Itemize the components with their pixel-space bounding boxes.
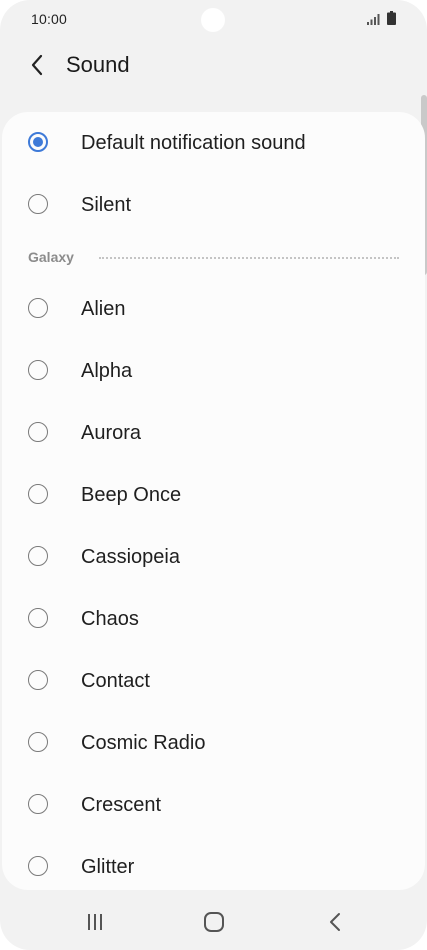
status-time: 10:00 (31, 11, 68, 27)
list-item-label: Cassiopeia (81, 546, 180, 568)
radio-selected[interactable] (28, 132, 48, 152)
status-bar: 10:00 (0, 0, 427, 40)
list-item-silent[interactable]: Silent (2, 177, 425, 235)
sound-list: Default notification sound Silent Galaxy… (2, 112, 425, 890)
list-item-label: Alpha (81, 360, 133, 382)
radio-unselected[interactable] (28, 670, 48, 690)
battery-icon (387, 11, 396, 25)
list-item-chaos[interactable]: Chaos (2, 591, 425, 649)
list-item-label: Beep Once (81, 484, 182, 506)
list-item-cassiopeia[interactable]: Cassiopeia (2, 529, 425, 587)
list-item-label: Contact (81, 670, 150, 692)
app-header: Sound (0, 40, 427, 90)
list-item-glitter[interactable]: Glitter (2, 839, 425, 890)
section-header-galaxy: Galaxy (2, 245, 425, 269)
radio-unselected[interactable] (28, 484, 48, 504)
list-item-alien[interactable]: Alien (2, 281, 425, 339)
radio-unselected[interactable] (28, 360, 48, 380)
recents-button[interactable] (80, 909, 110, 935)
list-item-label: Alien (81, 298, 126, 320)
back-button[interactable] (22, 50, 52, 80)
chevron-left-icon (31, 54, 43, 76)
list-item-contact[interactable]: Contact (2, 653, 425, 711)
section-divider (99, 257, 399, 259)
radio-unselected[interactable] (28, 856, 48, 876)
home-button[interactable] (199, 909, 229, 935)
home-icon (204, 912, 224, 932)
list-item-label: Aurora (81, 422, 142, 444)
list-item-label: Glitter (81, 856, 135, 878)
radio-unselected[interactable] (28, 298, 48, 318)
navigation-bar (0, 895, 427, 950)
list-item-label: Cosmic Radio (81, 732, 206, 754)
list-item-aurora[interactable]: Aurora (2, 405, 425, 463)
list-item-label: Silent (81, 194, 132, 216)
recents-icon (88, 914, 102, 930)
page-title: Sound (66, 52, 130, 77)
radio-unselected[interactable] (28, 608, 48, 628)
list-item-beep-once[interactable]: Beep Once (2, 467, 425, 525)
list-item-label: Default notification sound (81, 132, 306, 154)
radio-unselected[interactable] (28, 422, 48, 442)
section-label: Galaxy (28, 249, 74, 265)
list-item-default-notification-sound[interactable]: Default notification sound (2, 115, 425, 173)
nav-back-button[interactable] (320, 909, 350, 935)
radio-unselected[interactable] (28, 194, 48, 214)
radio-unselected[interactable] (28, 546, 48, 566)
radio-unselected[interactable] (28, 732, 48, 752)
signal-icon (367, 14, 380, 25)
list-item-label: Crescent (81, 794, 162, 816)
radio-unselected[interactable] (28, 794, 48, 814)
phone-screen: 10:00 Sound Default notification sound S… (0, 0, 427, 950)
camera-cutout (201, 8, 225, 32)
list-item-cosmic-radio[interactable]: Cosmic Radio (2, 715, 425, 773)
list-item-alpha[interactable]: Alpha (2, 343, 425, 401)
list-item-crescent[interactable]: Crescent (2, 777, 425, 835)
back-icon (330, 913, 340, 931)
list-item-label: Chaos (81, 608, 139, 630)
